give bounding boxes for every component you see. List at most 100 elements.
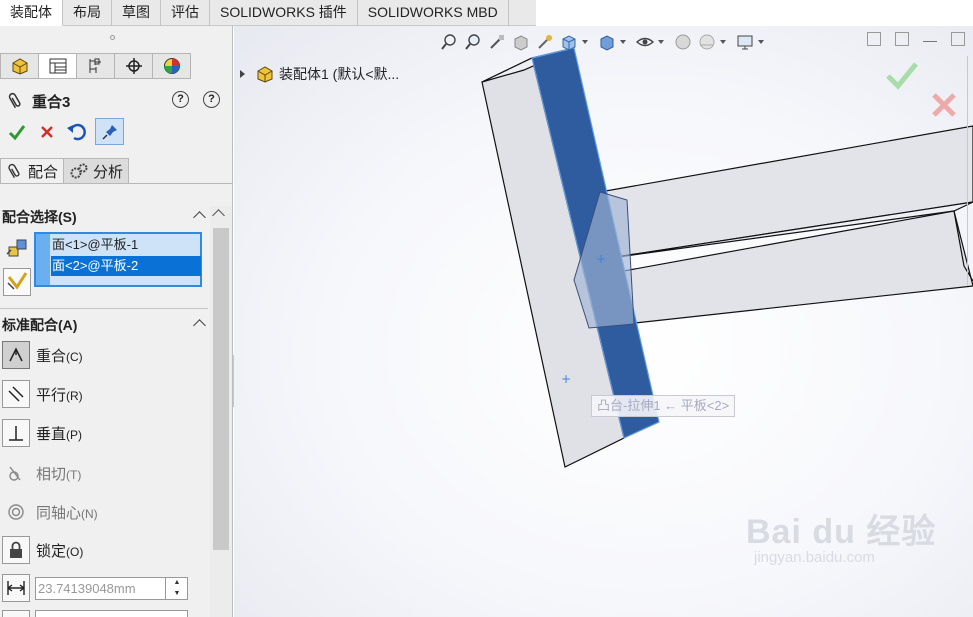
pushpin-icon (101, 124, 117, 140)
action-buttons (2, 118, 124, 145)
graphics-viewport[interactable]: + + 装配体1 (默认<默... 凸台-拉伸1 ← 平板<2> Bai du … (234, 26, 973, 617)
crosshair-icon (125, 58, 142, 74)
coincident-mate-button[interactable]: 重合(C) (2, 340, 202, 370)
display-style-button[interactable] (596, 32, 618, 52)
coincident-icon (2, 341, 30, 369)
zoom-to-fit-button[interactable] (438, 32, 460, 52)
pin-button[interactable] (95, 118, 124, 145)
edit-appearance-button[interactable] (672, 32, 694, 52)
chevron-down-icon[interactable] (720, 40, 726, 44)
mate-paperclip-icon (8, 92, 21, 109)
tangent-mate-button[interactable]: 相切(T) (2, 458, 202, 488)
monitor-icon (737, 35, 753, 50)
tab-assembly[interactable]: 装配体 (0, 0, 63, 26)
concentric-mate-button[interactable]: 同轴心(N) (2, 497, 202, 527)
previous-view-button[interactable] (486, 32, 508, 52)
chevron-down-icon[interactable] (658, 40, 664, 44)
hotkey: (T) (66, 467, 82, 482)
mate-label: 锁定 (36, 542, 67, 560)
previous-view-icon (490, 35, 504, 49)
multiple-mate-mode-icon[interactable] (3, 268, 31, 296)
mate-selections-header[interactable]: 配合选择(S) (2, 207, 208, 227)
assembly-cube-icon (12, 58, 27, 75)
close-icon (932, 93, 956, 117)
property-manager-panel: 重合3 ? ? 配合 分析 配合选择(S) 面<1>@平板-1 面<2>@平板-… (0, 26, 233, 617)
minimize-icon[interactable] (923, 32, 937, 42)
section-title: 配合选择(S) (2, 209, 77, 225)
display-manager-tab[interactable] (152, 53, 191, 79)
feature-tree-flyout[interactable]: 装配体1 (默认<默... (240, 64, 399, 84)
distance-icon[interactable] (2, 574, 30, 602)
mate-label: 同轴心 (36, 504, 82, 522)
detailed-help-button[interactable]: ? (203, 91, 220, 108)
parallel-mate-button[interactable]: 平行(R) (2, 379, 202, 409)
configuration-manager-tab[interactable] (76, 53, 115, 79)
concentric-icon (2, 498, 30, 526)
list-item[interactable]: 面<1>@平板-1 (51, 235, 201, 255)
panel-grip[interactable] (110, 35, 115, 40)
tab-solidworks-mbd[interactable]: SOLIDWORKS MBD (358, 0, 509, 26)
mate-label: 重合 (36, 347, 67, 365)
property-manager-tab[interactable] (38, 53, 77, 79)
zoom-area-icon (465, 34, 480, 50)
lock-icon (2, 536, 30, 564)
tab-sketch[interactable]: 草图 (112, 0, 161, 26)
undo-arrow-icon (67, 123, 86, 140)
tangent-icon (2, 459, 30, 487)
restore-icon[interactable] (951, 32, 965, 46)
tab-analysis[interactable]: 分析 (63, 158, 130, 184)
apply-scene-button[interactable] (696, 32, 718, 52)
close-icon (41, 125, 53, 138)
lock-mate-button[interactable]: 锁定(O) (2, 535, 202, 565)
selection-tooltip: 凸台-拉伸1 ← 平板<2> (591, 395, 736, 417)
ok-button[interactable] (2, 119, 32, 145)
chevron-down-icon[interactable] (620, 40, 626, 44)
cancel-button[interactable] (32, 119, 62, 145)
panel-left-icon[interactable] (867, 32, 881, 46)
gears-icon (70, 163, 88, 179)
expand-arrow-icon[interactable] (240, 70, 245, 78)
section-view-button[interactable] (510, 32, 532, 52)
feature-manager-tab[interactable] (0, 53, 39, 79)
dynamic-annotation-button[interactable] (534, 32, 556, 52)
mate-paperclip-icon (8, 163, 20, 179)
tab-layout[interactable]: 布局 (63, 0, 112, 26)
stepper-up-icon[interactable]: ▲ (166, 577, 188, 588)
tree-root-label[interactable]: 装配体1 (默认<默... (279, 64, 399, 84)
collapse-icon (193, 319, 206, 332)
scrollbar[interactable] (210, 206, 232, 617)
check-icon (8, 124, 26, 140)
heads-up-toolbar (438, 32, 772, 52)
view-settings-button[interactable] (734, 32, 756, 52)
watermark-brand: Bai du 经验 (746, 513, 937, 551)
dimxpert-manager-tab[interactable] (114, 53, 153, 79)
chevron-down-icon[interactable] (582, 40, 588, 44)
confirm-cancel-button[interactable] (931, 92, 957, 121)
scroll-up-icon[interactable] (212, 209, 225, 222)
task-pane-edge[interactable] (967, 56, 973, 286)
undo-button[interactable] (62, 119, 92, 145)
tab-solidworks-addins[interactable]: SOLIDWORKS 插件 (210, 0, 358, 26)
stepper-down-icon[interactable]: ▼ (166, 588, 188, 599)
help-label: ? (177, 93, 184, 105)
mate-label: 垂直 (36, 425, 67, 443)
zoom-area-button[interactable] (462, 32, 484, 52)
perpendicular-mate-button[interactable]: 垂直(P) (2, 418, 202, 448)
help-label: ? (208, 93, 215, 105)
mate-selection-list[interactable]: 面<1>@平板-1 面<2>@平板-2 (34, 232, 202, 287)
panel-right-icon[interactable] (895, 32, 909, 46)
help-button[interactable]: ? (172, 91, 189, 108)
window-controls (853, 32, 965, 46)
confirm-ok-button[interactable] (886, 62, 918, 93)
list-item[interactable]: 面<2>@平板-2 (51, 256, 201, 276)
scroll-thumb[interactable] (213, 228, 229, 550)
property-manager-header: 重合3 ? ? (6, 90, 226, 112)
tab-evaluate[interactable]: 评估 (161, 0, 210, 26)
chevron-down-icon[interactable] (758, 40, 764, 44)
distance-stepper[interactable]: ▲ ▼ (165, 577, 188, 600)
standard-mates-header[interactable]: 标准配合(A) (2, 315, 208, 335)
tab-mates[interactable]: 配合 (0, 158, 65, 184)
view-orientation-button[interactable] (558, 32, 580, 52)
mate-label: 相切 (36, 465, 67, 483)
hide-show-button[interactable] (634, 32, 656, 52)
